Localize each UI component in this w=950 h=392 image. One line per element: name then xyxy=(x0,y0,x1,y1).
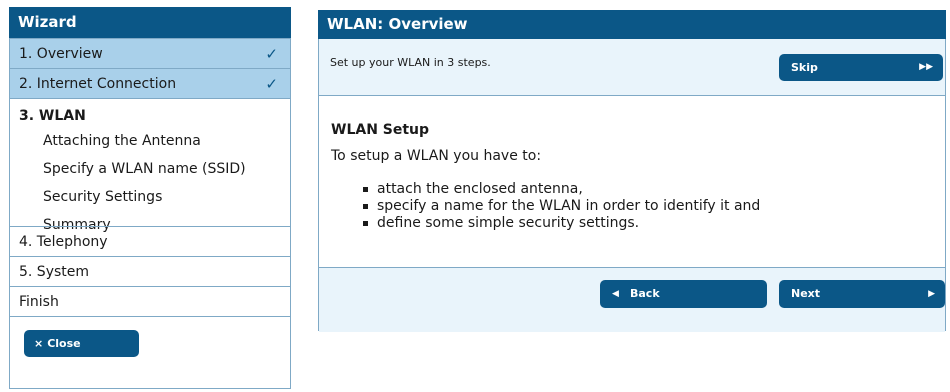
substep-security-settings: Security Settings xyxy=(43,189,163,205)
step-telephony: 4. Telephony xyxy=(10,226,290,256)
list-item: specify a name for the WLAN in order to … xyxy=(363,198,945,215)
substep-specify-ssid: Specify a WLAN name (SSID) xyxy=(43,161,246,177)
close-icon: × xyxy=(34,337,44,350)
step-finish: Finish xyxy=(10,286,290,316)
checkmark-icon: ✓ xyxy=(265,75,278,93)
substep-attaching-antenna: Attaching the Antenna xyxy=(43,133,201,149)
step-overview[interactable]: 1. Overview ✓ xyxy=(10,38,290,68)
step-label: 2. Internet Connection xyxy=(19,76,177,92)
wizard-sidebar: Wizard 1. Overview ✓ 2. Internet Connect… xyxy=(9,7,291,389)
step-label: 4. Telephony xyxy=(19,234,108,250)
arrow-left-icon: ◀ xyxy=(612,289,619,299)
intro-bar: Set up your WLAN in 3 steps. Skip ▶▶ xyxy=(319,39,945,96)
close-area: × Close xyxy=(10,316,290,379)
step-wlan-current: 3. WLAN Attaching the Antenna Specify a … xyxy=(10,98,290,233)
skip-button[interactable]: Skip ▶▶ xyxy=(779,54,943,81)
close-label: Close xyxy=(47,337,81,350)
checkmark-icon: ✓ xyxy=(265,45,278,63)
fast-forward-icon: ▶▶ xyxy=(919,62,933,72)
next-button[interactable]: Next ▶ xyxy=(779,280,945,308)
wlan-overview-panel: WLAN: Overview Set up your WLAN in 3 ste… xyxy=(318,10,946,332)
step-internet-connection[interactable]: 2. Internet Connection ✓ xyxy=(10,68,290,98)
step-label: Finish xyxy=(19,294,59,310)
lead-text: To setup a WLAN you have to: xyxy=(331,148,542,164)
next-label: Next xyxy=(791,287,821,300)
arrow-right-icon: ▶ xyxy=(928,289,935,299)
step-label: 5. System xyxy=(19,264,90,280)
panel-content: WLAN Setup To setup a WLAN you have to: … xyxy=(319,96,945,267)
skip-label: Skip xyxy=(791,61,818,74)
back-button[interactable]: ◀ Back xyxy=(600,280,767,308)
section-heading: WLAN Setup xyxy=(331,122,430,138)
list-item: define some simple security settings. xyxy=(363,215,945,232)
step-label: 3. WLAN xyxy=(19,108,86,124)
back-label: Back xyxy=(630,287,660,300)
intro-text: Set up your WLAN in 3 steps. xyxy=(330,56,491,69)
step-system: 5. System xyxy=(10,256,290,286)
steps-list: attach the enclosed antenna, specify a n… xyxy=(331,181,945,232)
panel-title: WLAN: Overview xyxy=(318,10,946,39)
wizard-title: Wizard xyxy=(9,7,291,38)
close-button[interactable]: × Close xyxy=(24,330,139,357)
list-item: attach the enclosed antenna, xyxy=(363,181,945,198)
footer-bar: ◀ Back Next ▶ xyxy=(319,267,945,332)
step-label: 1. Overview xyxy=(19,46,103,62)
